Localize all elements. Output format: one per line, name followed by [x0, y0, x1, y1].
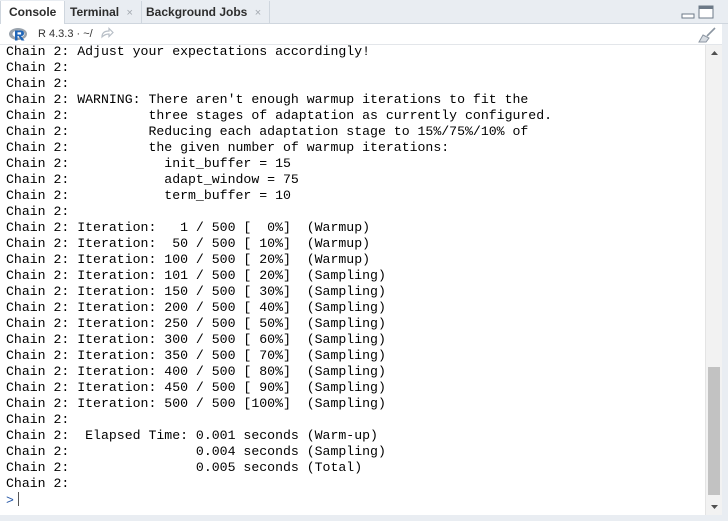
console-line: Chain 2: the given number of warmup iter… [6, 140, 450, 155]
console-line: Chain 2: Iteration: 1 / 500 [ 0%] (Warmu… [6, 220, 371, 235]
console-line: Chain 2: Iteration: 450 / 500 [ 90%] (Sa… [6, 380, 386, 395]
console-scrollbar[interactable] [705, 45, 722, 515]
console-line: Chain 2: [6, 204, 70, 219]
console-line: Chain 2: term_buffer = 10 [6, 188, 291, 203]
console-line: Chain 2: Iteration: 400 / 500 [ 80%] (Sa… [6, 364, 386, 379]
console-line: Chain 2: Iteration: 50 / 500 [ 10%] (War… [6, 236, 371, 251]
console-line: Chain 2: [6, 476, 70, 491]
r-logo-icon [9, 28, 27, 41]
scroll-up-arrow-icon[interactable] [706, 45, 723, 62]
close-icon[interactable]: × [126, 7, 132, 19]
console-line: Chain 2: 0.004 seconds (Sampling) [6, 444, 386, 459]
console-lines: Chain 2: Adjust your expectations accord… [6, 45, 552, 508]
scroll-down-arrow-icon[interactable] [706, 498, 723, 515]
console-line: Chain 2: Iteration: 250 / 500 [ 50%] (Sa… [6, 316, 386, 331]
console-toolbar: R 4.3.3 · ~/ [0, 24, 728, 45]
path-link-icon[interactable] [99, 27, 115, 41]
console-line: Chain 2: Iteration: 300 / 500 [ 60%] (Sa… [6, 332, 386, 347]
console-line: Chain 2: adapt_window = 75 [6, 172, 299, 187]
minimize-pane-icon[interactable] [681, 5, 695, 19]
console-output[interactable]: Chain 2: Adjust your expectations accord… [0, 45, 705, 515]
console-line: Chain 2: [6, 60, 70, 75]
scrollbar-thumb[interactable] [708, 367, 720, 495]
pane-tab-bar: Console Terminal × Background Jobs × [0, 0, 728, 25]
console-line: Chain 2: Iteration: 100 / 500 [ 20%] (Wa… [6, 252, 371, 267]
text-cursor [17, 492, 19, 506]
prompt-symbol: > [6, 493, 14, 508]
pane-bottom-border [0, 515, 728, 521]
console-line: Chain 2: Iteration: 350 / 500 [ 70%] (Sa… [6, 348, 386, 363]
console-line: Chain 2: Iteration: 200 / 500 [ 40%] (Sa… [6, 300, 386, 315]
console-prompt[interactable]: > [6, 492, 552, 508]
close-icon[interactable]: × [255, 7, 261, 19]
tab-terminal[interactable]: Terminal × [62, 1, 142, 24]
console-line: Chain 2: Iteration: 150 / 500 [ 30%] (Sa… [6, 284, 386, 299]
console-line: Chain 2: Elapsed Time: 0.001 seconds (Wa… [6, 428, 378, 443]
console-line: Chain 2: Iteration: 101 / 500 [ 20%] (Sa… [6, 268, 386, 283]
console-line: Chain 2: Iteration: 500 / 500 [100%] (Sa… [6, 396, 386, 411]
r-version-label: R 4.3.3 · ~/ [38, 28, 93, 40]
tab-background-jobs[interactable]: Background Jobs × [138, 1, 271, 24]
console-line: Chain 2: [6, 76, 70, 91]
tab-background-jobs-label: Background Jobs [146, 5, 248, 19]
tab-terminal-label: Terminal [70, 5, 120, 19]
pane-right-border [722, 24, 728, 521]
console-line: Chain 2: three stages of adaptation as c… [6, 108, 553, 123]
broom-icon[interactable] [698, 27, 718, 43]
console-line: Chain 2: 0.005 seconds (Total) [6, 460, 363, 475]
console-line: Chain 2: WARNING: There aren't enough wa… [6, 92, 529, 107]
console-line: Chain 2: Reducing each adaptation stage … [6, 124, 529, 139]
tab-console[interactable]: Console [0, 1, 66, 25]
console-line: Chain 2: init_buffer = 15 [6, 156, 291, 171]
tab-console-label: Console [9, 5, 57, 19]
maximize-pane-icon[interactable] [698, 5, 714, 19]
console-line: Chain 2: [6, 412, 70, 427]
console-line: Chain 2: Adjust your expectations accord… [6, 45, 371, 59]
